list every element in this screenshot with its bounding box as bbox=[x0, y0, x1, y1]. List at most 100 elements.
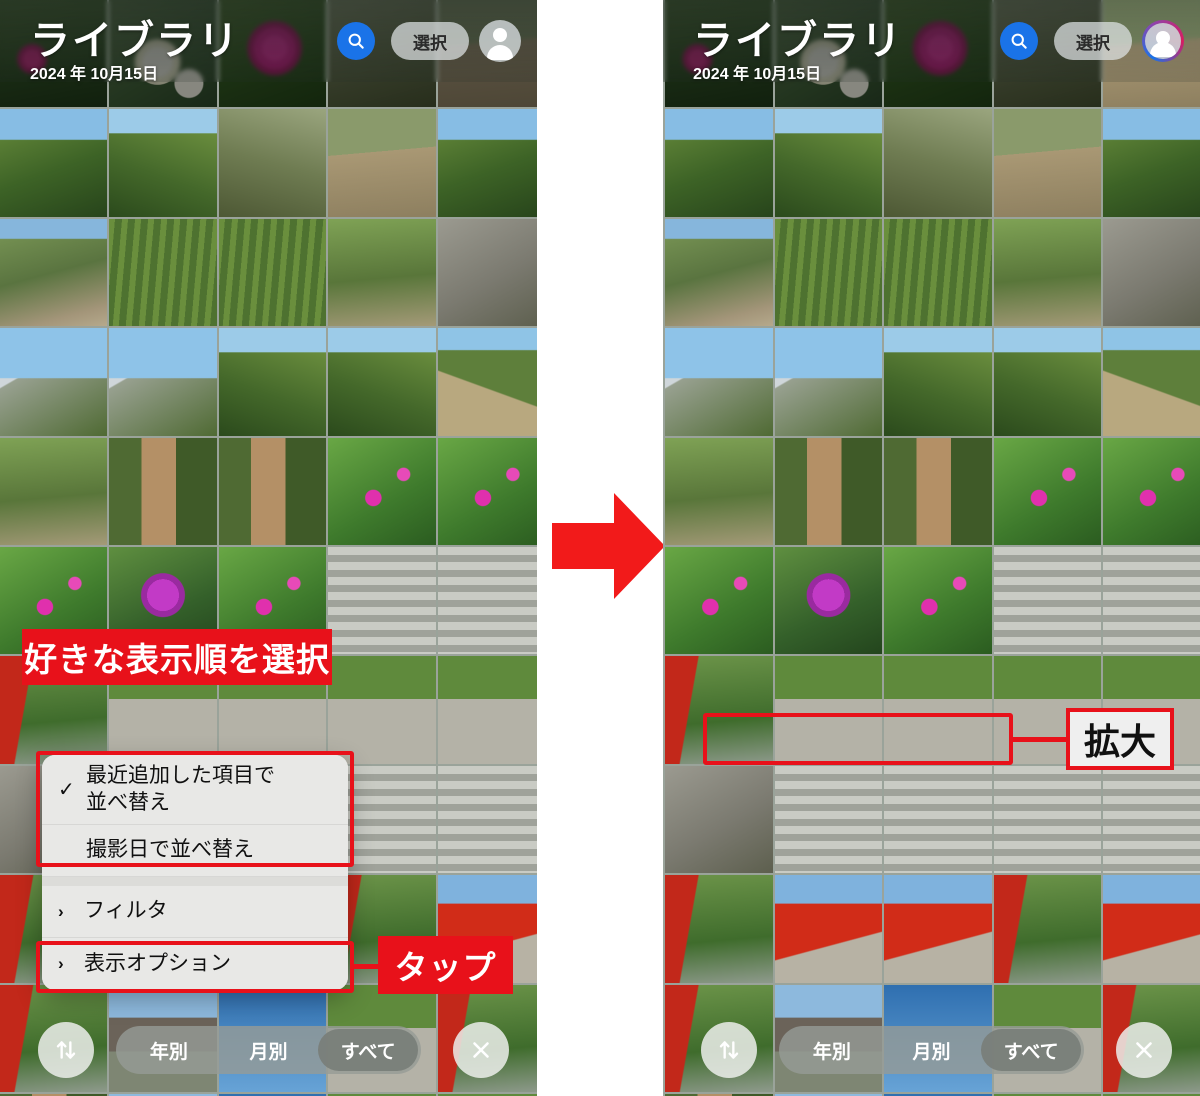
photo-thumbnail[interactable] bbox=[884, 765, 992, 874]
photo-thumbnail[interactable] bbox=[437, 328, 537, 436]
photo-thumbnail[interactable] bbox=[665, 437, 773, 545]
photo-thumbnail[interactable] bbox=[0, 328, 108, 436]
photo-thumbnail[interactable] bbox=[437, 437, 537, 545]
photo-image bbox=[328, 437, 436, 545]
photo-image bbox=[774, 437, 883, 545]
photo-thumbnail[interactable] bbox=[437, 218, 537, 327]
sort-button[interactable] bbox=[38, 1022, 94, 1078]
sort-button[interactable] bbox=[701, 1022, 757, 1078]
photo-thumbnail[interactable] bbox=[665, 875, 773, 983]
photo-thumbnail[interactable] bbox=[993, 546, 1101, 655]
photo-thumbnail[interactable] bbox=[218, 218, 327, 327]
photo-thumbnail[interactable] bbox=[328, 218, 436, 327]
photo-thumbnail[interactable] bbox=[774, 875, 883, 983]
photo-thumbnail[interactable] bbox=[1102, 109, 1200, 217]
photo-thumbnail[interactable] bbox=[437, 109, 537, 217]
photo-thumbnail[interactable] bbox=[774, 437, 883, 545]
segment-1[interactable]: 月別 bbox=[219, 1029, 319, 1071]
segment-2[interactable]: すべて bbox=[318, 1029, 419, 1071]
view-scope-segmented-control[interactable]: 年別 月別 すべて bbox=[116, 1026, 421, 1074]
app-header-after: ライブラリ 2024 年 10月15日 選択 bbox=[663, 0, 1200, 83]
photo-thumbnail[interactable] bbox=[774, 109, 883, 217]
photo-thumbnail[interactable] bbox=[109, 109, 217, 217]
photo-image bbox=[1102, 546, 1200, 655]
photo-thumbnail[interactable] bbox=[1102, 437, 1200, 545]
photo-thumbnail[interactable] bbox=[884, 218, 992, 327]
photo-thumbnail[interactable] bbox=[328, 437, 436, 545]
menu-item-filter[interactable]: › フィルタ bbox=[42, 886, 348, 938]
photo-thumbnail[interactable] bbox=[884, 875, 992, 983]
photo-thumbnail[interactable] bbox=[0, 218, 108, 327]
photo-thumbnail[interactable] bbox=[884, 109, 992, 217]
close-button[interactable] bbox=[1116, 1022, 1172, 1078]
photo-image bbox=[328, 328, 436, 436]
search-button[interactable] bbox=[1000, 22, 1038, 60]
photo-thumbnail[interactable] bbox=[218, 109, 327, 217]
photo-thumbnail[interactable] bbox=[993, 765, 1101, 874]
photo-thumbnail[interactable] bbox=[1102, 546, 1200, 655]
select-button[interactable]: 選択 bbox=[391, 22, 469, 60]
photo-image bbox=[437, 328, 537, 436]
photo-thumbnail[interactable] bbox=[218, 437, 327, 545]
avatar[interactable] bbox=[1142, 20, 1184, 62]
photo-image bbox=[218, 328, 327, 436]
photo-thumbnail[interactable] bbox=[437, 765, 537, 874]
segment-2[interactable]: すべて bbox=[981, 1029, 1082, 1071]
photo-image bbox=[1102, 875, 1200, 983]
photo-grid-after[interactable] bbox=[663, 0, 1200, 1096]
menu-item-sort-by-date-taken[interactable]: 撮影日で並べ替え bbox=[42, 825, 348, 877]
view-scope-segmented-control[interactable]: 年別 月別 すべて bbox=[779, 1026, 1084, 1074]
photo-thumbnail[interactable] bbox=[993, 875, 1101, 983]
photo-thumbnail[interactable] bbox=[884, 656, 992, 764]
photo-thumbnail[interactable] bbox=[1102, 328, 1200, 436]
photo-thumbnail[interactable] bbox=[993, 218, 1101, 327]
close-x-icon bbox=[473, 1042, 489, 1058]
photo-thumbnail[interactable] bbox=[884, 437, 992, 545]
photo-thumbnail[interactable] bbox=[218, 328, 327, 436]
segment-0[interactable]: 年別 bbox=[119, 1029, 219, 1071]
photo-thumbnail[interactable] bbox=[665, 328, 773, 436]
photo-thumbnail[interactable] bbox=[0, 437, 108, 545]
photo-thumbnail[interactable] bbox=[328, 328, 436, 436]
right-arrow-icon bbox=[552, 493, 665, 599]
photo-thumbnail[interactable] bbox=[665, 765, 773, 874]
photo-thumbnail[interactable] bbox=[1102, 218, 1200, 327]
select-button[interactable]: 選択 bbox=[1054, 22, 1132, 60]
photo-thumbnail[interactable] bbox=[774, 546, 883, 655]
photo-thumbnail[interactable] bbox=[0, 109, 108, 217]
avatar[interactable] bbox=[479, 20, 521, 62]
photo-thumbnail[interactable] bbox=[1102, 765, 1200, 874]
photo-thumbnail[interactable] bbox=[437, 656, 537, 764]
photo-thumbnail[interactable] bbox=[1102, 875, 1200, 983]
segment-1[interactable]: 月別 bbox=[882, 1029, 982, 1071]
photo-thumbnail[interactable] bbox=[774, 656, 883, 764]
close-button[interactable] bbox=[453, 1022, 509, 1078]
photo-thumbnail[interactable] bbox=[665, 218, 773, 327]
photo-thumbnail[interactable] bbox=[109, 218, 217, 327]
photo-thumbnail[interactable] bbox=[328, 546, 436, 655]
photo-thumbnail[interactable] bbox=[328, 109, 436, 217]
photo-thumbnail[interactable] bbox=[993, 109, 1101, 217]
photo-image bbox=[774, 875, 883, 983]
photo-image bbox=[884, 109, 992, 217]
sort-context-menu[interactable]: ✓ 最近追加した項目で 並べ替え 撮影日で並べ替え › フィルタ › 表示オプション bbox=[42, 755, 348, 990]
photo-thumbnail[interactable] bbox=[109, 328, 217, 436]
callout-banner-sort: 好きな表示順を選択 bbox=[22, 629, 332, 685]
photo-thumbnail[interactable] bbox=[774, 218, 883, 327]
photo-thumbnail[interactable] bbox=[665, 546, 773, 655]
photo-thumbnail[interactable] bbox=[993, 328, 1101, 436]
photo-thumbnail[interactable] bbox=[437, 546, 537, 655]
photo-thumbnail[interactable] bbox=[884, 328, 992, 436]
search-button[interactable] bbox=[337, 22, 375, 60]
photo-thumbnail[interactable] bbox=[774, 328, 883, 436]
photo-thumbnail[interactable] bbox=[774, 765, 883, 874]
photo-thumbnail[interactable] bbox=[665, 109, 773, 217]
photo-thumbnail[interactable] bbox=[884, 546, 992, 655]
photo-thumbnail[interactable] bbox=[993, 437, 1101, 545]
photo-thumbnail[interactable] bbox=[109, 437, 217, 545]
photo-thumbnail[interactable] bbox=[328, 656, 436, 764]
menu-item-sort-recently-added[interactable]: ✓ 最近追加した項目で 並べ替え bbox=[42, 755, 348, 825]
menu-item-display-options[interactable]: › 表示オプション bbox=[42, 938, 348, 990]
segment-0[interactable]: 年別 bbox=[782, 1029, 882, 1071]
photo-thumbnail[interactable] bbox=[665, 656, 773, 764]
